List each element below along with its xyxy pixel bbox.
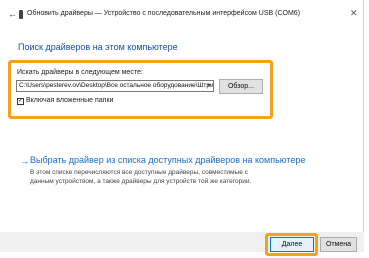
pick-driver-description: В этом списке перечисляются все доступны… xyxy=(30,169,252,185)
cancel-button[interactable]: Отмена xyxy=(320,237,357,252)
back-arrow-icon[interactable]: ← xyxy=(8,9,17,19)
browse-button[interactable]: Обзор... xyxy=(219,79,263,94)
include-subfolders-label[interactable]: Включая вложенные папки xyxy=(26,97,113,104)
title-bar: ← Обновить драйверы — Устройство с после… xyxy=(0,8,364,24)
window-title: Обновить драйверы — Устройство с последо… xyxy=(27,10,301,17)
search-location-label: Искать драйверы в следующем месте: xyxy=(17,69,143,76)
driver-path-combobox[interactable]: C:\Users\pesterev.ov\Desktop\Все остальн… xyxy=(16,80,214,92)
next-button[interactable]: Далее xyxy=(270,237,314,252)
include-subfolders-checkbox[interactable]: ✓ xyxy=(17,98,24,105)
dialog-window xyxy=(0,0,364,252)
pick-driver-link[interactable]: Выбрать драйвер из списка доступных драй… xyxy=(30,155,305,165)
chevron-down-icon[interactable]: ▾ xyxy=(204,80,214,92)
arrow-right-icon: → xyxy=(20,156,29,166)
close-icon[interactable]: ✕ xyxy=(350,8,358,19)
page-heading: Поиск драйверов на этом компьютере xyxy=(18,42,178,52)
usb-device-icon xyxy=(19,10,23,19)
